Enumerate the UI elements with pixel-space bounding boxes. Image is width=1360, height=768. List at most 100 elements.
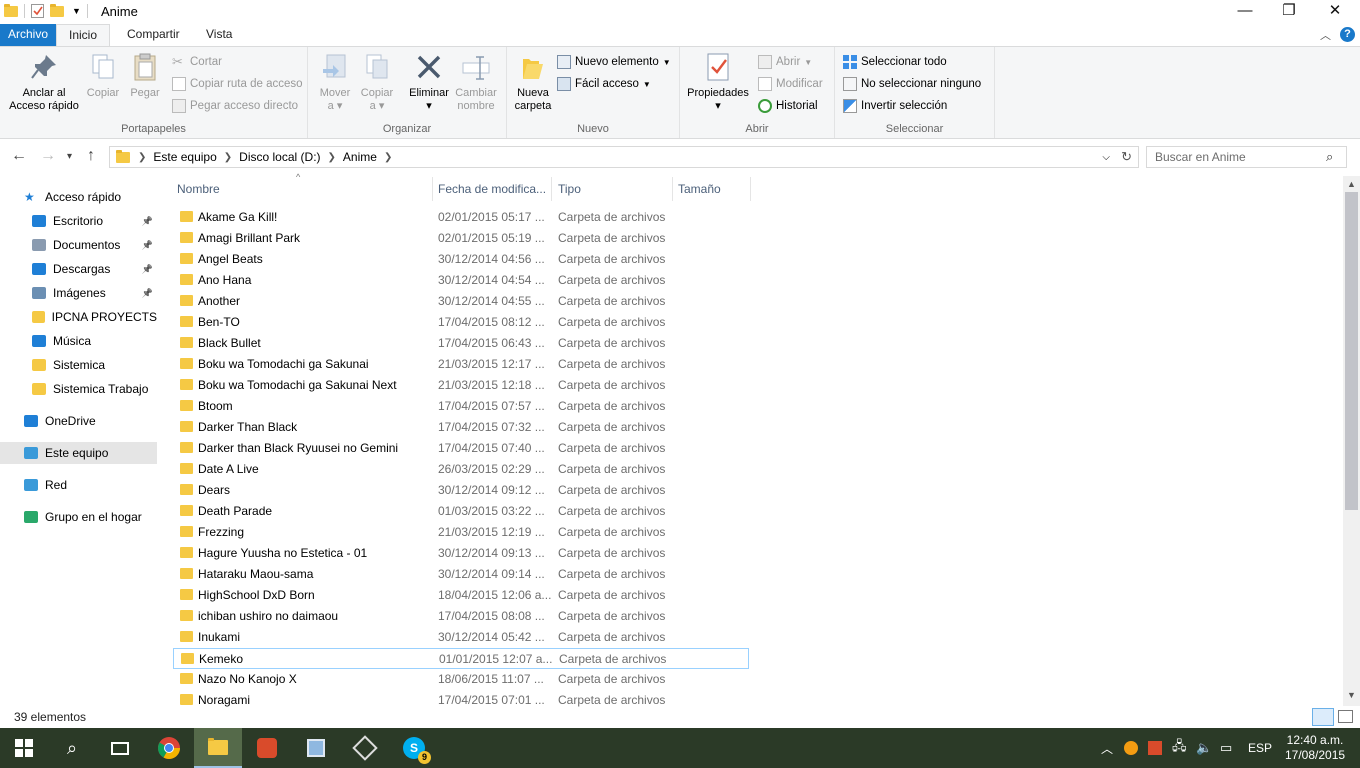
scroll-down-arrow-icon[interactable]: ▼ [1347, 690, 1356, 700]
new-folder-icon[interactable] [50, 3, 64, 17]
close-button[interactable]: ✕ [1312, 0, 1358, 24]
tab-home[interactable]: Inicio [56, 24, 111, 47]
breadcrumb-this-pc[interactable]: Este equipo [153, 150, 216, 164]
table-row[interactable]: Hagure Yuusha no Estetica - 01 30/12/2014… [173, 543, 749, 564]
breadcrumb-anime[interactable]: Anime [343, 150, 377, 164]
nav-item[interactable]: Música [0, 330, 157, 352]
breadcrumb-local-disk[interactable]: Disco local (D:) [239, 150, 320, 164]
expand-ribbon-chevron-icon[interactable]: ︿ [1320, 27, 1331, 43]
tab-file[interactable]: Archivo [0, 24, 56, 46]
maximize-button[interactable]: ❐ [1266, 0, 1312, 24]
open-button[interactable]: Abrir ▼ [758, 55, 812, 69]
search-input[interactable]: Buscar en Anime [1146, 146, 1347, 168]
new-folder-button[interactable]: Nueva carpeta [513, 51, 553, 113]
table-row[interactable]: Frezzing 21/03/2015 12:19 ... Carpeta de a… [173, 522, 749, 543]
table-row[interactable]: Ben-TO 17/04/2015 08:12 ... Carpeta de arc… [173, 312, 749, 333]
paste-button[interactable]: Pegar [126, 51, 164, 100]
search-icon[interactable]: ⌕ [48, 728, 96, 768]
nav-item[interactable]: Red [0, 474, 157, 496]
forward-arrow-icon[interactable]: → [40, 147, 56, 165]
customize-qa-chevron-icon[interactable]: ▼ [72, 6, 81, 16]
vertical-scrollbar[interactable]: ▲ ▼ [1343, 176, 1360, 706]
table-row[interactable]: Kemeko 01/01/2015 12:07 a... Carpeta de ar… [173, 648, 749, 669]
show-hidden-icons-chevron-icon[interactable]: ︿ [1101, 728, 1113, 768]
notifications-icon[interactable]: ▭ [1220, 728, 1232, 768]
recent-locations-chevron-icon[interactable]: ▾ [67, 151, 72, 162]
file-explorer-icon[interactable] [194, 728, 242, 768]
table-row[interactable]: Btoom 17/04/2015 07:57 ... Carpeta de arch… [173, 396, 749, 417]
minimize-button[interactable]: — [1222, 0, 1268, 24]
virtualbox-cube-icon[interactable] [292, 728, 340, 768]
delete-button[interactable]: Eliminar ▾ [406, 51, 452, 113]
folder-icon[interactable] [4, 3, 18, 17]
column-header-date[interactable]: Fecha de modifica... [438, 182, 546, 197]
table-row[interactable]: Hataraku Maou-sama 30/12/2014 09:14 ... Ca… [173, 564, 749, 585]
table-row[interactable]: Boku wa Tomodachi ga Sakunai Next 21/03/2… [173, 375, 749, 396]
address-dropdown-chevron-icon[interactable]: ⌵ [1102, 152, 1110, 163]
refresh-icon[interactable]: ↻ [1121, 149, 1132, 165]
select-all-button[interactable]: Seleccionar todo [843, 55, 947, 69]
move-to-button[interactable]: Mover a ▾ [316, 51, 354, 113]
table-row[interactable]: Date A Live 26/03/2015 02:29 ... Carpeta d… [173, 459, 749, 480]
nav-item[interactable]: OneDrive [0, 410, 157, 432]
table-row[interactable]: Another 30/12/2014 04:55 ... Carpeta de ar… [173, 291, 749, 312]
pin-icon[interactable]: 📌 [142, 288, 153, 299]
new-item-button[interactable]: Nuevo elemento ▼ [557, 55, 671, 69]
copy-path-button[interactable]: Copiar ruta de acceso [172, 77, 303, 91]
help-icon[interactable]: ? [1340, 27, 1355, 42]
tool-icon[interactable] [341, 728, 389, 768]
column-header-type[interactable]: Tipo [558, 182, 581, 197]
column-header-name[interactable]: Nombre [177, 182, 220, 197]
copy-to-button[interactable]: Copiar a ▾ [358, 51, 396, 113]
copy-button[interactable]: Copiar [84, 51, 122, 100]
table-row[interactable]: Ano Hana 30/12/2014 04:54 ... Carpeta de a… [173, 270, 749, 291]
nav-item[interactable]: Este equipo [0, 442, 157, 464]
properties-check-icon[interactable] [31, 4, 44, 18]
table-row[interactable]: Inukami 30/12/2014 05:42 ... Carpeta de ar… [173, 627, 749, 648]
details-view-icon[interactable] [1312, 708, 1334, 726]
table-row[interactable]: Black Bullet 17/04/2015 06:43 ... Carpeta … [173, 333, 749, 354]
column-divider[interactable] [551, 177, 552, 201]
nav-item[interactable]: Imágenes 📌 [0, 282, 157, 304]
app-shield-icon[interactable] [243, 728, 291, 768]
table-row[interactable]: Amagi Brillant Park 02/01/2015 05:19 ... C… [173, 228, 749, 249]
table-row[interactable]: Boku wa Tomodachi ga Sakunai 21/03/2015 1… [173, 354, 749, 375]
chevron-right-icon[interactable]: ❯ [138, 152, 146, 163]
pin-icon[interactable]: 📌 [142, 264, 153, 275]
table-row[interactable]: Akame Ga Kill! 02/01/2015 05:17 ... Carpet… [173, 207, 749, 228]
back-arrow-icon[interactable]: ← [11, 147, 27, 165]
scrollbar-thumb[interactable] [1345, 192, 1358, 510]
clock[interactable]: 12:40 a.m. 17/08/2015 [1285, 728, 1345, 768]
table-row[interactable]: ichiban ushiro no daimaou 17/04/2015 08:0… [173, 606, 749, 627]
easy-access-button[interactable]: Fácil acceso ▼ [557, 77, 651, 91]
nav-item[interactable]: Descargas 📌 [0, 258, 157, 280]
edit-button[interactable]: Modificar [758, 77, 823, 91]
skype-icon[interactable]: S 9 [390, 728, 438, 768]
column-divider[interactable] [750, 177, 751, 201]
tab-share[interactable]: Compartir [115, 24, 192, 46]
chevron-right-icon[interactable]: ❯ [384, 152, 392, 163]
history-button[interactable]: Historial [758, 99, 818, 113]
table-row[interactable]: Dears 30/12/2014 09:12 ... Carpeta de arch… [173, 480, 749, 501]
nav-item[interactable]: Escritorio 📌 [0, 210, 157, 232]
table-row[interactable]: Death Parade 01/03/2015 03:22 ... Carpeta … [173, 501, 749, 522]
table-row[interactable]: Darker Than Black 17/04/2015 07:32 ... Car… [173, 417, 749, 438]
tray-app-icon[interactable] [1124, 728, 1138, 768]
cut-button[interactable]: ✂ Cortar [172, 55, 222, 69]
nav-item[interactable]: Sistemica Trabajo [0, 378, 157, 400]
rename-button[interactable]: Cambiar nombre [454, 51, 498, 113]
nav-item[interactable]: Sistemica [0, 354, 157, 376]
chevron-right-icon[interactable]: ❯ [328, 152, 336, 163]
pin-icon[interactable]: 📌 [142, 216, 153, 227]
address-bar[interactable]: ❯ Este equipo ❯ Disco local (D:) ❯ Anime… [109, 146, 1139, 168]
table-row[interactable]: Darker than Black Ryuusei no Gemini 17/04… [173, 438, 749, 459]
up-arrow-icon[interactable]: ↑ [87, 147, 95, 165]
large-icons-view-icon[interactable] [1338, 710, 1353, 723]
paste-shortcut-button[interactable]: Pegar acceso directo [172, 99, 298, 113]
chevron-right-icon[interactable]: ❯ [224, 152, 232, 163]
properties-button[interactable]: Propiedades ▾ [684, 51, 752, 113]
column-divider[interactable] [672, 177, 673, 201]
column-header-size[interactable]: Tamaño [678, 182, 721, 197]
table-row[interactable]: Angel Beats 30/12/2014 04:56 ... Carpeta d… [173, 249, 749, 270]
tab-view[interactable]: Vista [194, 24, 244, 46]
